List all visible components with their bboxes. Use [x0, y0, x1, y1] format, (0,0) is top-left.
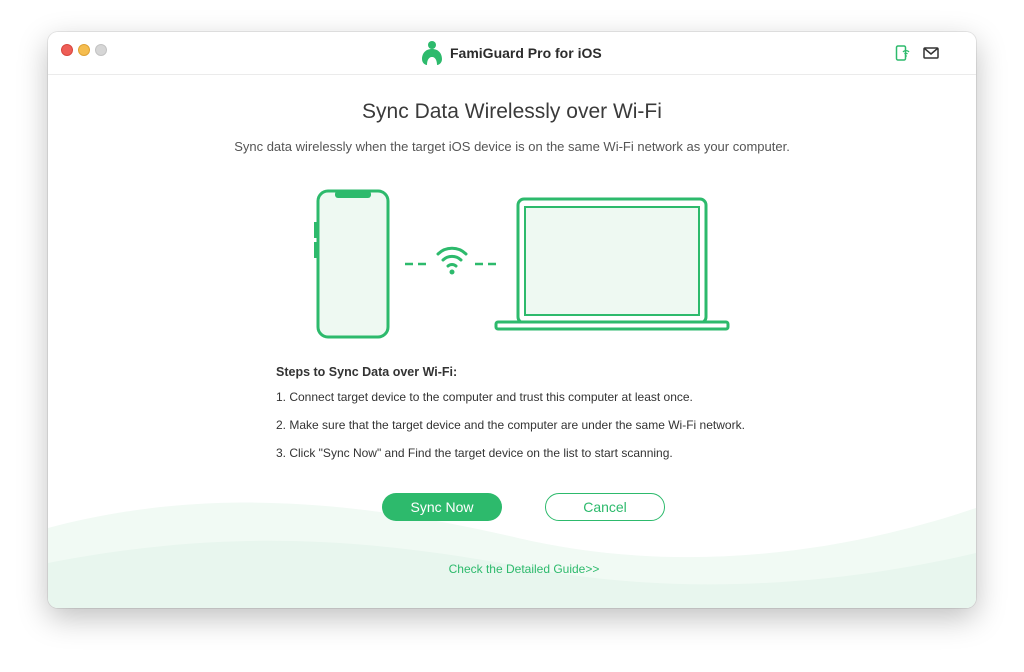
step-item-3: 3. Click "Sync Now" and Find the target … [276, 446, 673, 460]
steps-section: Steps to Sync Data over Wi-Fi: 1. Connec… [276, 365, 876, 473]
app-title: FamiGuard Pro for iOS [450, 45, 602, 61]
maximize-window-button[interactable] [95, 44, 107, 56]
close-window-button[interactable] [61, 44, 73, 56]
page-title: Sync Data Wirelessly over Wi-Fi [362, 100, 662, 123]
step-item-2: 2. Make sure that the target device and … [276, 418, 745, 432]
laptop-icon [494, 197, 730, 331]
mail-icon[interactable] [922, 44, 940, 62]
background-wave [48, 502, 976, 608]
sync-illustration [314, 189, 730, 339]
steps-title: Steps to Sync Data over Wi-Fi: [276, 365, 458, 379]
sync-now-button[interactable]: Sync Now [382, 493, 502, 521]
cancel-button[interactable]: Cancel [545, 493, 665, 521]
wifi-icon [436, 246, 468, 275]
detailed-guide-link[interactable]: Check the Detailed Guide>> [48, 562, 976, 576]
app-window: FamiGuard Pro for iOS Sync Data Wireless… [48, 32, 976, 608]
phone-icon [314, 189, 390, 339]
step-item-1: 1. Connect target device to the computer… [276, 390, 693, 404]
famiguard-logo-icon [422, 41, 442, 65]
minimize-window-button[interactable] [78, 44, 90, 56]
title-bar: FamiGuard Pro for iOS [48, 32, 976, 75]
page-subtitle: Sync data wirelessly when the target iOS… [234, 139, 790, 154]
phone-wifi-icon[interactable] [894, 44, 912, 62]
app-title-group: FamiGuard Pro for iOS [420, 40, 602, 66]
